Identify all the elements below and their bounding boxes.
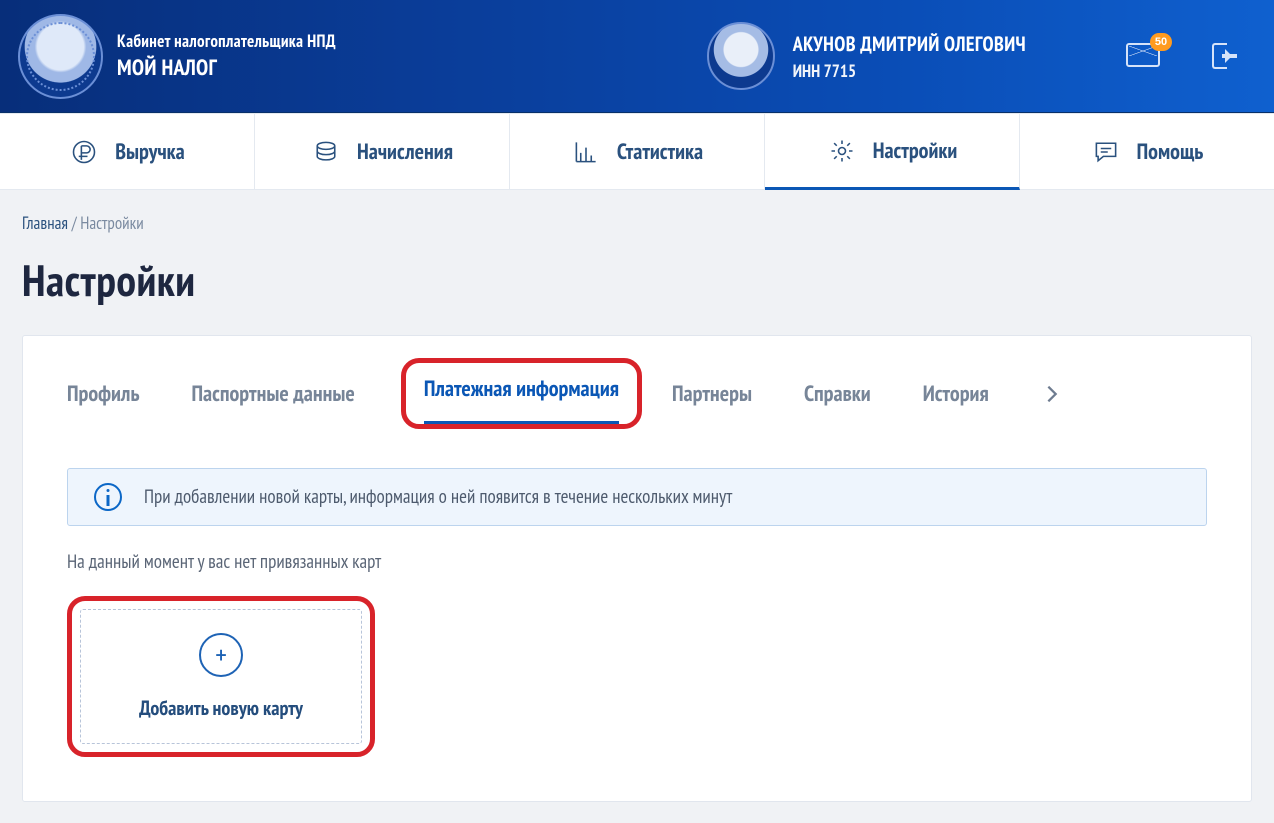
ruble-icon [69,137,99,167]
settings-panel: Профиль Паспортные данные Платежная инфо… [22,335,1252,802]
info-alert: При добавлении новой карты, информация о… [67,468,1207,526]
highlight-add-card: + Добавить новую карту [67,596,375,757]
add-card-button[interactable]: + Добавить новую карту [80,609,362,744]
top-header: Кабинет налогоплательщика НПД МОЙ НАЛОГ … [0,0,1274,113]
empty-cards-note: На данный момент у вас нет привязанных к… [67,550,1207,574]
add-card-label: Добавить новую карту [139,695,303,721]
main-nav: Выручка Начисления Статистика Настройки … [0,113,1274,190]
bar-chart-icon [571,137,601,167]
chat-icon [1091,137,1121,167]
subtab-partners[interactable]: Партнеры [672,372,752,429]
info-icon [94,483,122,511]
tab-settings[interactable]: Настройки [765,114,1020,190]
breadcrumb-sep: / [72,212,81,234]
tab-label: Помощь [1137,138,1204,166]
tab-label: Начисления [357,138,453,166]
highlight-payment-tab: Платежная информация [401,358,642,429]
user-block: АКУНОВ ДМИТРИЙ ОЛЕГОВИЧ ИНН 7715 [793,31,1026,82]
subtab-payment[interactable]: Платежная информация [424,367,619,424]
subtabs-scroll-right[interactable] [1041,383,1063,405]
app-title-block: Кабинет налогоплательщика НПД МОЙ НАЛОГ [117,30,336,82]
tab-label: Настройки [873,137,958,165]
tab-label: Статистика [617,138,703,166]
settings-subtabs: Профиль Паспортные данные Платежная инфо… [67,368,1207,430]
mail-badge: 50 [1150,33,1172,51]
tab-stats[interactable]: Статистика [510,114,765,190]
subtab-profile[interactable]: Профиль [67,372,140,429]
subtab-passport[interactable]: Паспортные данные [192,372,355,429]
mail-button[interactable]: 50 [1126,43,1160,69]
app-subtitle: Кабинет налогоплательщика НПД [117,30,336,52]
subtab-history[interactable]: История [923,372,989,429]
user-inn: ИНН 7715 [793,60,1026,82]
tab-revenue[interactable]: Выручка [0,114,255,190]
gear-icon [827,136,857,166]
info-alert-text: При добавлении новой карты, информация о… [144,485,732,509]
app-title: МОЙ НАЛОГ [117,54,336,82]
breadcrumb-home[interactable]: Главная [22,212,68,234]
page-title: Настройки [22,252,1252,309]
tab-help[interactable]: Помощь [1020,114,1274,190]
breadcrumb: Главная / Настройки [22,212,1252,234]
breadcrumb-current: Настройки [80,212,143,234]
tab-label: Выручка [115,138,185,166]
page-body: Главная / Настройки Настройки Профиль Па… [0,190,1274,802]
plus-icon: + [199,633,243,677]
fns-emblem-icon [18,14,103,99]
coins-icon [311,137,341,167]
user-emblem-icon [707,22,775,90]
tab-charges[interactable]: Начисления [255,114,510,190]
logout-button[interactable] [1212,43,1238,69]
user-name: АКУНОВ ДМИТРИЙ ОЛЕГОВИЧ [793,31,1026,57]
subtab-refs[interactable]: Справки [804,372,871,429]
